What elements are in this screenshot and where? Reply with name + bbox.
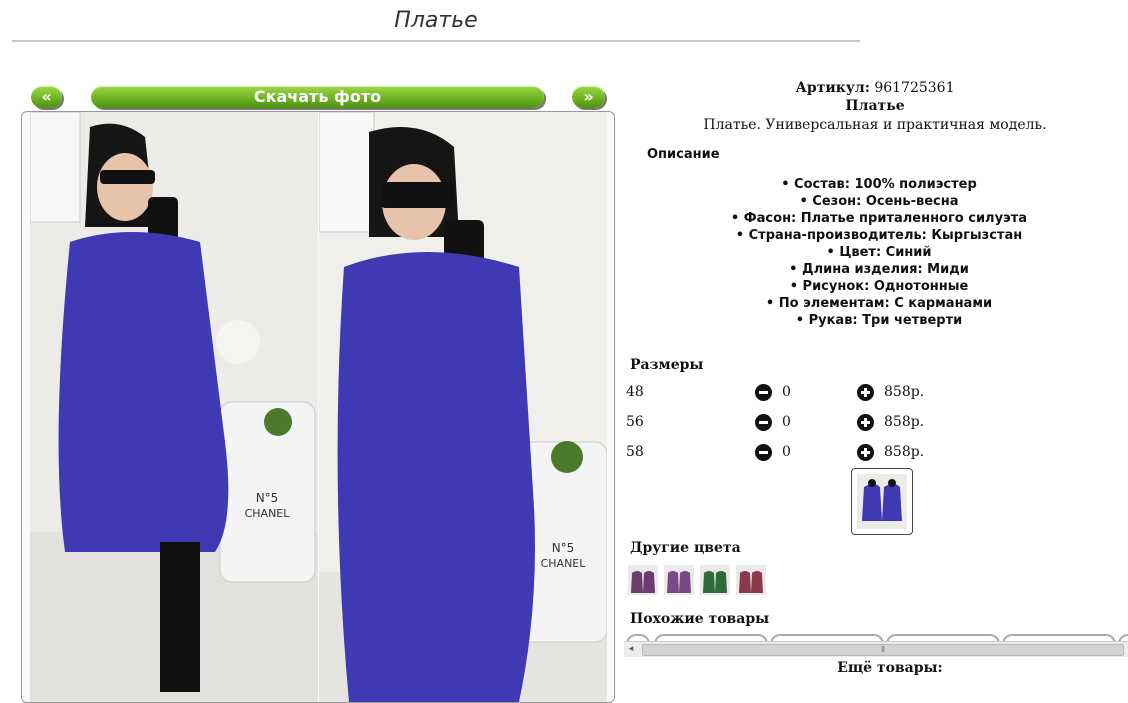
svg-text:N°5: N°5 — [256, 491, 279, 505]
horizontal-scrollbar[interactable]: ◂ ⦀ — [624, 641, 1128, 657]
download-photo-button[interactable]: Скачать фото — [91, 86, 544, 108]
other-colors-heading: Другие цвета — [630, 540, 741, 556]
size-row: 56 0 858р. — [626, 412, 1126, 432]
page-title: Платье — [394, 8, 478, 33]
quantity-value: 0 — [782, 414, 791, 430]
product-thumbnail[interactable] — [851, 468, 913, 535]
price-value: 858р. — [884, 444, 925, 460]
svg-text:CHANEL: CHANEL — [245, 507, 291, 520]
spec-item: Страна-производитель: Кыргызстан — [619, 227, 1128, 244]
quantity-value: 0 — [782, 444, 791, 460]
spec-item: Длина изделия: Миди — [619, 261, 1128, 278]
price-value: 858р. — [884, 384, 925, 400]
product-photo-frame: N°5 CHANEL N°5 CHANEL — [21, 111, 615, 703]
size-value: 58 — [626, 444, 644, 460]
prev-photo-button[interactable]: « — [31, 86, 62, 108]
minus-icon[interactable] — [755, 414, 772, 431]
spec-item: Фасон: Платье приталенного силуэта — [619, 210, 1128, 227]
spec-item: Сезон: Осень-весна — [619, 193, 1128, 210]
article-value: 961725361 — [874, 80, 955, 96]
svg-text:N°5: N°5 — [552, 541, 575, 555]
spec-item: Цвет: Синий — [619, 244, 1128, 261]
quantity-value: 0 — [782, 384, 791, 400]
scrollbar-thumb[interactable]: ⦀ — [642, 644, 1124, 656]
sizes-heading: Размеры — [630, 357, 704, 373]
similar-products-heading: Похожие товары — [630, 611, 770, 627]
price-value: 858р. — [884, 414, 925, 430]
size-row: 48 0 858р. — [626, 382, 1126, 402]
next-photo-button[interactable]: » — [572, 86, 605, 108]
spec-item: По элементам: С карманами — [619, 295, 1128, 312]
color-swatch-wine[interactable] — [736, 565, 766, 595]
plus-icon[interactable] — [857, 414, 874, 431]
product-short-description: Платье. Универсальная и практичная модел… — [703, 117, 1047, 133]
plus-icon[interactable] — [857, 384, 874, 401]
title-divider — [12, 40, 860, 42]
more-products-heading: Ещё товары: — [837, 660, 943, 676]
article-label: Артикул: — [795, 80, 870, 96]
spec-item: Рисунок: Однотонные — [619, 278, 1128, 295]
minus-icon[interactable] — [755, 384, 772, 401]
spec-list: Состав: 100% полиэстер Сезон: Осень-весн… — [619, 176, 1128, 329]
product-photo-left[interactable]: N°5 CHANEL — [30, 112, 318, 702]
product-photo-right[interactable]: N°5 CHANEL — [319, 112, 607, 702]
scroll-left-arrow-icon[interactable]: ◂ — [624, 642, 638, 657]
spec-item: Состав: 100% полиэстер — [619, 176, 1128, 193]
size-value: 48 — [626, 384, 644, 400]
description-heading: Описание — [647, 147, 720, 162]
color-swatch-violet[interactable] — [664, 565, 694, 595]
product-name: Платье — [845, 98, 905, 114]
color-swatch-green[interactable] — [700, 565, 730, 595]
size-value: 56 — [626, 414, 644, 430]
plus-icon[interactable] — [857, 444, 874, 461]
svg-text:CHANEL: CHANEL — [541, 557, 587, 570]
size-row: 58 0 858р. — [626, 442, 1126, 462]
spec-item: Рукав: Три четверти — [619, 312, 1128, 329]
minus-icon[interactable] — [755, 444, 772, 461]
article-number: Артикул: 961725361 — [622, 80, 1128, 96]
color-swatch-purple[interactable] — [628, 565, 658, 595]
